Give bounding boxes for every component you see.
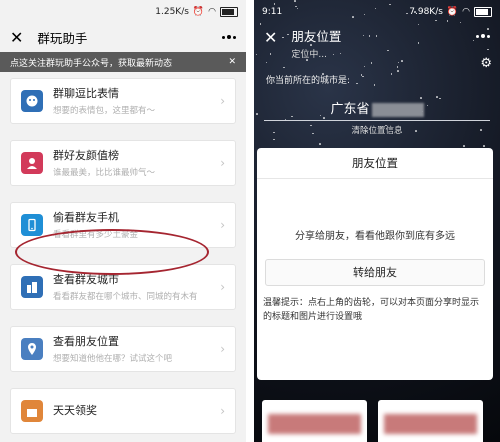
star-dot [414,11,416,13]
gift-icon [21,400,43,422]
card-title: 偷看群友手机 [53,210,119,224]
share-panel: 朋友位置 分享给朋友，看看他跟你到底有多远 转给朋友 温馨提示：点右上角的齿轮，… [257,148,493,380]
thumbnail-left[interactable] [262,400,367,442]
star-dot [352,16,354,18]
status-time: 9:11 [262,7,283,17]
star-dot [463,145,465,147]
notice-banner[interactable]: 点这关注群玩助手公众号，获取最新动态 ✕ [0,52,246,72]
wifi-icon: ◠ [462,7,470,17]
star-dot [310,44,312,46]
left-screen: 1.25K/s ⏰ ◠ ✕ 群玩助手 点这关注群玩助手公众号，获取最新动态 ✕ … [0,0,246,442]
card-subtitle: 想要知道他他在哪？试试这个吧 [53,353,173,364]
panel-message: 分享给朋友，看看他跟你到底有多远 [295,231,455,242]
star-dot [269,53,272,55]
star-dot [375,35,378,37]
page-title: 朋友位置 [291,29,342,44]
chevron-right-icon: › [220,94,225,108]
city-display: 广东省 [254,98,500,117]
star-dot [362,75,364,78]
feature-card-reward[interactable]: 天天领奖 › [10,388,236,434]
panel-tip: 温馨提示：点右上角的齿轮，可以对本页面分享时显示的标题和图片进行设置哦 [263,298,480,322]
location-pin-icon [21,338,43,360]
card-subtitle: 看看群友都在哪个城市、同城的有木有 [53,291,198,302]
star-dot [294,0,296,2]
star-dot [397,70,399,72]
star-dot [487,28,489,30]
chat-face-icon [21,90,43,112]
alarm-icon: ⏰ [446,7,459,17]
star-dot [370,62,373,64]
star-dot [373,84,376,86]
feature-card-location[interactable]: 查看朋友位置 想要知道他他在哪？试试这个吧 › [10,326,236,372]
city-name: 广东省 [330,102,370,117]
star-dot [363,65,366,68]
star-dot [390,73,393,75]
star-dot [318,35,320,37]
more-icon[interactable] [222,35,236,39]
card-title: 天天领奖 [53,404,97,417]
chevron-right-icon: › [220,342,225,356]
status-bar: 1.25K/s ⏰ ◠ [0,0,246,24]
building-icon [21,276,43,298]
chevron-right-icon: › [220,280,225,294]
star-dot [487,48,489,51]
star-dot [397,61,400,64]
card-title: 群好友颜值榜 [53,148,119,162]
thumbnail-right[interactable] [378,400,483,442]
star-dot [387,49,389,52]
share-to-friend-button[interactable]: 转给朋友 [265,259,485,286]
feature-card-looks[interactable]: 群好友颜值榜 谁最最美，比比谁最帅气～ › [10,140,236,186]
star-dot [356,82,358,85]
star-dot [396,66,399,68]
battery-icon [474,7,492,17]
star-dot [283,66,285,69]
phone-icon [21,214,43,236]
app-header: ✕ 群玩助手 [0,24,246,50]
star-dot [483,145,485,147]
notice-text[interactable]: 点这关注群玩助手公众号，获取最新动态 [10,56,172,69]
panel-title: 朋友位置 [257,148,493,179]
star-dot [401,60,403,62]
star-dot [295,5,297,8]
chevron-right-icon: › [220,404,225,418]
star-dot [282,36,284,39]
card-title: 群聊逗比表情 [53,86,119,100]
city-underline [264,120,490,121]
screen-divider [246,0,254,442]
star-dot [306,59,308,61]
card-title: 查看朋友位置 [53,334,119,348]
notice-close-icon[interactable]: ✕ [228,57,236,67]
more-icon[interactable] [476,34,490,38]
battery-icon [220,7,238,17]
feature-card-emoji[interactable]: 群聊逗比表情 想要的表情包，这里都有～ › [10,78,236,124]
network-speed: 1.25K/s [155,7,189,17]
city-question: 你当前所在的城市是: [266,76,351,86]
gear-icon[interactable]: ⚙ [480,56,492,71]
star-dot [287,33,289,36]
right-screen: 9:11 7.98K/s ⏰ ◠ ✕ 朋友位置 定位中... ⚙ 你当前所在的城… [254,0,500,442]
person-icon [21,152,43,174]
chevron-right-icon: › [220,156,225,170]
close-icon[interactable]: ✕ [264,28,277,47]
chevron-right-icon: › [220,218,225,232]
app-header: ✕ 朋友位置 定位中... [254,24,500,60]
wifi-icon: ◠ [208,7,216,17]
star-dot [319,143,321,145]
close-icon[interactable]: ✕ [10,28,23,47]
card-title: 查看群友城市 [53,272,119,286]
star-dot [323,117,325,119]
status-bar: 9:11 7.98K/s ⏰ ◠ [254,0,500,24]
card-subtitle: 想要的表情包，这里都有～ [53,105,156,116]
star-dot [389,3,391,6]
star-dot [265,61,268,64]
redacted-city [371,102,424,117]
clear-location-link[interactable]: 清除位置信息 [254,124,500,136]
card-subtitle: 谁最最美，比比谁最帅气～ [53,167,156,178]
page-title: 群玩助手 [37,30,88,46]
highlight-circle [15,229,209,275]
alarm-icon: ⏰ [192,7,205,17]
star-dot [273,138,275,141]
